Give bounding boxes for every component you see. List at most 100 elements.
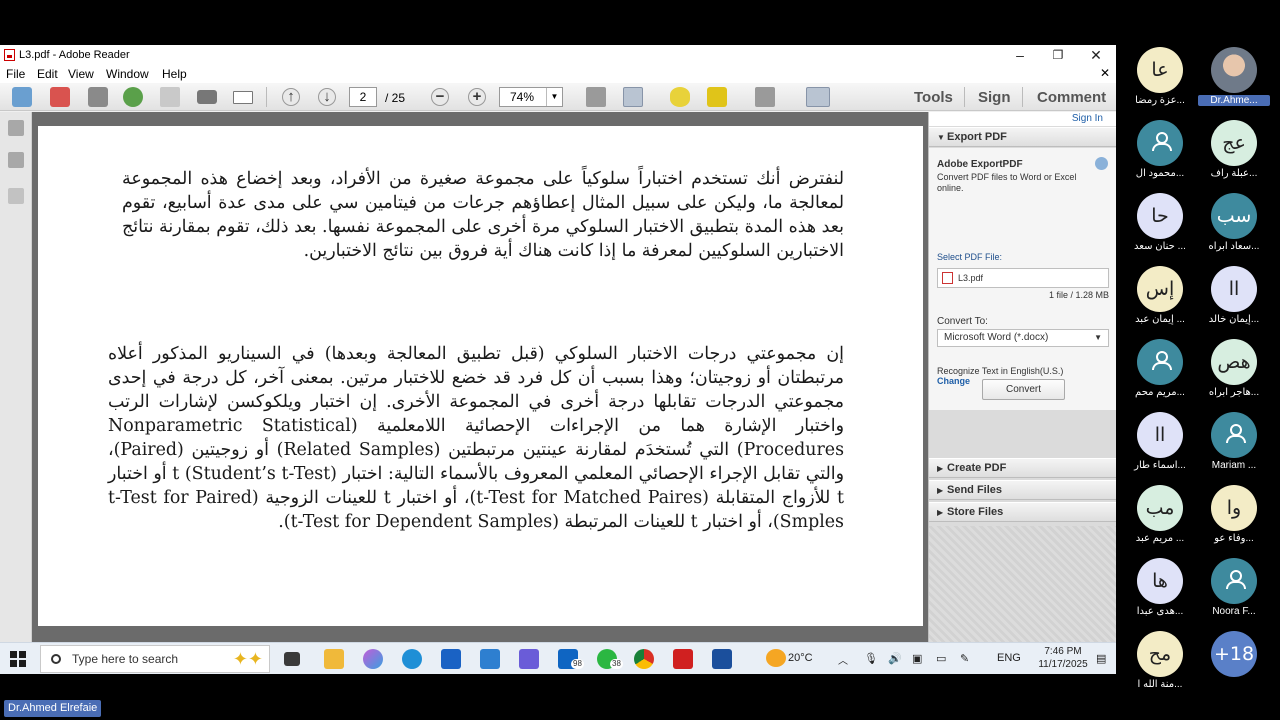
task-view-icon[interactable]: [284, 652, 300, 666]
zoom-in-icon[interactable]: +: [468, 88, 486, 106]
participant-name: هدى عبدا...: [1136, 606, 1184, 617]
tab-sign[interactable]: Sign: [978, 89, 1011, 106]
print-icon[interactable]: [197, 90, 217, 104]
fit-page-icon[interactable]: [586, 87, 606, 107]
participant-tile[interactable]: عا عزة رمضا...: [1120, 41, 1200, 114]
email-icon[interactable]: [233, 91, 253, 104]
person-icon: [1151, 131, 1172, 151]
menu-edit[interactable]: Edit: [37, 67, 58, 81]
convert-button[interactable]: Convert: [982, 379, 1065, 400]
participant-tile[interactable]: مح منة الله ا...: [1120, 625, 1200, 698]
notifications-icon[interactable]: ▤: [1096, 652, 1106, 665]
file-explorer-icon[interactable]: [324, 649, 344, 669]
chevron-down-icon[interactable]: ▼: [546, 88, 562, 106]
highlight-pen-icon[interactable]: [707, 87, 727, 107]
participant-tile[interactable]: Mariam ...: [1194, 406, 1274, 479]
chevron-up-icon[interactable]: ︿: [838, 652, 848, 667]
chrome-icon[interactable]: [634, 649, 654, 669]
menu-bar: File Edit View Window Help ✕: [0, 65, 1116, 83]
triangle-down-icon: ▼: [937, 133, 945, 142]
participant-tile[interactable]: محمود ال...: [1120, 114, 1200, 187]
network-icon[interactable]: ▣: [912, 652, 922, 665]
page-thumbnails-icon[interactable]: [8, 120, 24, 136]
participant-tile[interactable]: حا حنان سعد ...: [1120, 187, 1200, 260]
teams-icon[interactable]: [519, 649, 539, 669]
restore-icon[interactable]: ❐: [1039, 45, 1077, 65]
language-indicator[interactable]: ENG: [997, 652, 1021, 664]
participant-tile[interactable]: اا اسماء طار...: [1120, 406, 1200, 479]
comment-bubble-icon[interactable]: [670, 87, 690, 107]
store-files-header[interactable]: ▶ Store Files: [929, 502, 1116, 522]
store-icon[interactable]: [441, 649, 461, 669]
title-bar[interactable]: L3.pdf - Adobe Reader – ❐ ✕: [0, 45, 1116, 65]
zoom-select[interactable]: 74% ▼: [499, 87, 563, 107]
participant-avatar: [1211, 558, 1257, 604]
menu-help[interactable]: Help: [162, 67, 187, 81]
participant-tile[interactable]: عج عبلة راف...: [1194, 114, 1274, 187]
remote-desktop-icon[interactable]: [712, 649, 732, 669]
minimize-icon[interactable]: –: [1001, 45, 1039, 65]
participant-tile[interactable]: ها هدى عبدا...: [1120, 552, 1200, 625]
edit-document-icon[interactable]: [88, 87, 108, 107]
mail-icon[interactable]: [480, 649, 500, 669]
participant-tile[interactable]: Noora F...: [1194, 552, 1274, 625]
participant-tile[interactable]: اا إيمان خالد...: [1194, 260, 1274, 333]
volume-icon[interactable]: 🔊: [888, 652, 902, 665]
menu-file[interactable]: File: [6, 67, 25, 81]
participant-tile[interactable]: مب مريم عبد ...: [1120, 479, 1200, 552]
participant-tile[interactable]: إس إيمان عبد ...: [1120, 260, 1200, 333]
toolbar-separator: [266, 87, 267, 107]
upload-cloud-icon[interactable]: [123, 87, 143, 107]
participant-tile[interactable]: Dr.Ahme...: [1194, 41, 1274, 114]
menu-window[interactable]: Window: [106, 67, 149, 81]
fit-width-icon[interactable]: [623, 87, 643, 107]
menu-view[interactable]: View: [68, 67, 94, 81]
export-pdf-header[interactable]: ▼ Export PDF: [929, 127, 1116, 147]
close-document-icon[interactable]: ✕: [1100, 66, 1110, 80]
participant-tile[interactable]: هص هاجر ابراه...: [1194, 333, 1274, 406]
battery-icon[interactable]: ▭: [936, 652, 946, 665]
adobe-reader-icon[interactable]: [673, 649, 693, 669]
attachments-icon[interactable]: [8, 188, 24, 204]
edge-browser-icon[interactable]: [402, 649, 422, 669]
copilot-icon[interactable]: [363, 649, 383, 669]
online-service-icon: [1095, 157, 1108, 170]
participant-avatar: سب: [1211, 193, 1257, 239]
person-icon: [1225, 423, 1246, 443]
sign-in-link[interactable]: Sign In: [929, 112, 1116, 126]
taskbar-search-input[interactable]: Type here to search ✦✦: [40, 645, 270, 673]
person-icon: [1151, 350, 1172, 370]
weather-temperature[interactable]: 20°C: [788, 652, 813, 664]
save-icon[interactable]: [160, 87, 180, 107]
fullscreen-icon[interactable]: [755, 87, 775, 107]
participant-tile[interactable]: وا وفاء عو...: [1194, 479, 1274, 552]
zoom-out-icon[interactable]: −: [431, 88, 449, 106]
create-pdf-icon[interactable]: [12, 87, 32, 107]
participant-tile[interactable]: مريم محم...: [1120, 333, 1200, 406]
create-pdf-header[interactable]: ▶ Create PDF: [929, 458, 1116, 478]
tab-tools[interactable]: Tools: [914, 89, 953, 106]
bookmarks-icon[interactable]: [8, 152, 24, 168]
hand-tool-icon[interactable]: [806, 87, 830, 107]
participant-name: عزة رمضا...: [1135, 95, 1185, 106]
participant-name: مريم محم...: [1135, 387, 1185, 398]
change-link[interactable]: Change: [937, 376, 970, 386]
more-participants-button: +18: [1211, 631, 1257, 677]
participant-tile[interactable]: +18: [1194, 625, 1274, 698]
microphone-icon[interactable]: 🎙: [864, 652, 878, 665]
tab-comment[interactable]: Comment: [1037, 89, 1106, 106]
previous-page-icon[interactable]: ↑: [282, 88, 300, 106]
page-number-input[interactable]: 2: [349, 87, 377, 107]
clock[interactable]: 7:46 PM 11/17/2025: [1038, 645, 1088, 671]
windows-start-icon[interactable]: [10, 651, 26, 667]
selected-file-field[interactable]: L3.pdf: [937, 268, 1109, 288]
participant-tile[interactable]: سب سعاد ابراه...: [1194, 187, 1274, 260]
next-page-icon[interactable]: ↓: [318, 88, 336, 106]
document-viewer[interactable]: لنفترض أنك تستخدم اختباراً سلوكياً على م…: [32, 112, 928, 642]
convert-format-select[interactable]: Microsoft Word (*.docx) ▼: [937, 329, 1109, 347]
weather-icon[interactable]: [766, 649, 786, 667]
close-icon[interactable]: ✕: [1077, 45, 1115, 65]
pen-icon[interactable]: ✎: [960, 652, 969, 665]
combine-files-icon[interactable]: [50, 87, 70, 107]
send-files-header[interactable]: ▶ Send Files: [929, 480, 1116, 500]
